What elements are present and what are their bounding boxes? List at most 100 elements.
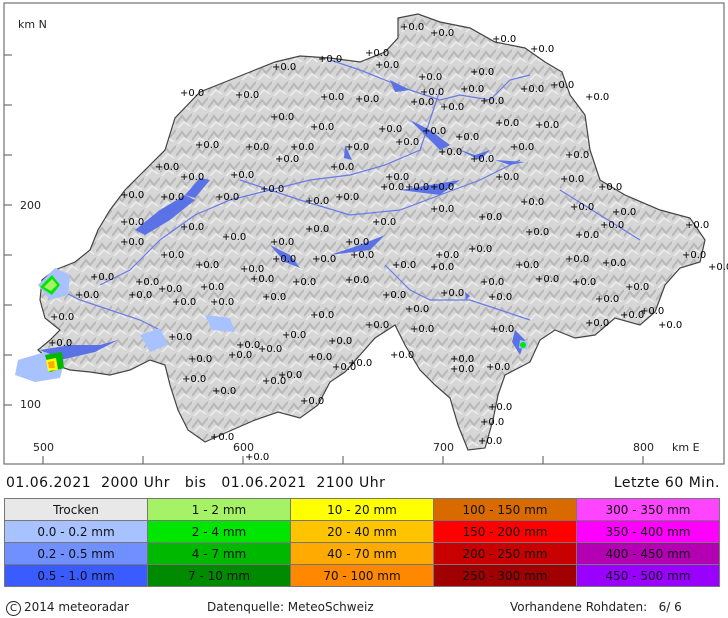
station-marker: + [272,254,280,265]
station-value: +0.0 [595,294,619,305]
station-value: +0.0 [355,94,379,105]
station-marker: + [305,196,313,207]
station-value: +0.0 [490,324,514,335]
station-marker: + [258,344,266,355]
station-marker: + [182,374,190,385]
station-value: +0.0 [320,92,344,103]
station-marker: + [602,258,610,269]
station-marker: + [350,250,358,261]
station-value: +0.0 [120,237,144,248]
station-value: +0.0 [486,362,510,373]
station-value: +0.0 [230,170,254,181]
station-marker: + [585,92,593,103]
station-marker: + [215,192,223,203]
station-value: +0.0 [460,84,484,95]
station-value: +0.0 [345,275,369,286]
station-marker: + [188,354,196,365]
station-value: +0.0 [525,227,549,238]
station-value: +0.0 [135,277,159,288]
station-value: +0.0 [495,118,519,129]
station-marker: + [275,154,283,165]
station-value: +0.0 [410,97,434,108]
station-marker: + [395,137,403,148]
station-marker: + [418,72,426,83]
station-marker: + [565,150,573,161]
station-marker: + [495,172,503,183]
station-value: +0.0 [250,274,274,285]
station-marker: + [510,142,518,153]
station-value: +0.0 [160,250,184,261]
station-marker: + [155,162,163,173]
station-marker: + [430,182,438,193]
station-marker: + [120,190,128,201]
station-value: +0.0 [422,126,446,137]
station-value: +0.0 [345,237,369,248]
station-marker: + [382,290,390,301]
station-marker: + [520,197,528,208]
station-value: +0.0 [708,262,728,273]
station-marker: + [470,154,478,165]
station-marker: + [470,67,478,78]
station-marker: + [570,202,578,213]
station-value: +0.0 [180,222,204,233]
station-marker: + [222,232,230,243]
station-marker: + [270,237,278,248]
station-value: +0.0 [492,34,516,45]
station-value: +0.0 [478,212,502,223]
time-window-label: Letzte 60 Min. [613,475,720,491]
copyright: C 2014 meteoradar [6,600,129,616]
station-value: +0.0 [332,362,356,373]
station-marker: + [228,350,236,361]
station-marker: + [212,386,220,397]
station-marker: + [262,376,270,387]
station-value: +0.0 [188,354,212,365]
legend-cell: 2 - 4 mm [147,520,291,543]
station-value: +0.0 [478,436,502,447]
station-marker: + [708,262,716,273]
station-marker: + [430,262,438,273]
station-value: +0.0 [282,330,306,341]
station-marker: + [200,282,208,293]
station-marker: + [595,294,603,305]
station-marker: + [330,162,338,173]
station-marker: + [308,352,316,363]
station-value: +0.0 [612,207,636,218]
station-value: +0.0 [155,162,179,173]
station-value: +0.0 [172,297,196,308]
station-value: +0.0 [495,172,519,183]
station-value: +0.0 [585,92,609,103]
station-value: +0.0 [180,88,204,99]
station-marker: + [598,182,606,193]
station-marker: + [345,142,353,153]
station-marker: + [135,277,143,288]
station-value: +0.0 [120,217,144,228]
station-marker: + [160,192,168,203]
station-marker: + [430,204,438,215]
station-marker: + [270,112,278,123]
station-value: +0.0 [560,174,584,185]
station-value: +0.0 [625,282,649,293]
station-marker: + [372,217,380,228]
station-value: +0.0 [602,258,626,269]
legend-cell: 100 - 150 mm [433,498,577,521]
station-value: +0.0 [375,60,399,71]
legend-cell: 200 - 250 mm [433,542,577,565]
station-marker: + [312,254,320,265]
station-value: +0.0 [480,417,504,428]
station-value: +0.0 [275,154,299,165]
station-value: +0.0 [658,320,682,331]
station-marker: + [560,174,568,185]
station-marker: + [460,84,468,95]
legend-cell: 0.5 - 1.0 mm [4,564,148,587]
legend-cell: 40 - 70 mm [290,542,434,565]
station-value: +0.0 [245,452,269,463]
station-value: +0.0 [450,364,474,375]
station-marker: + [575,230,583,241]
station-value: +0.0 [682,250,706,261]
station-value: +0.0 [470,67,494,78]
station-value: +0.0 [380,182,404,193]
station-marker: + [478,212,486,223]
station-marker: + [612,207,620,218]
station-value: +0.0 [570,202,594,213]
station-value: +0.0 [308,352,332,363]
